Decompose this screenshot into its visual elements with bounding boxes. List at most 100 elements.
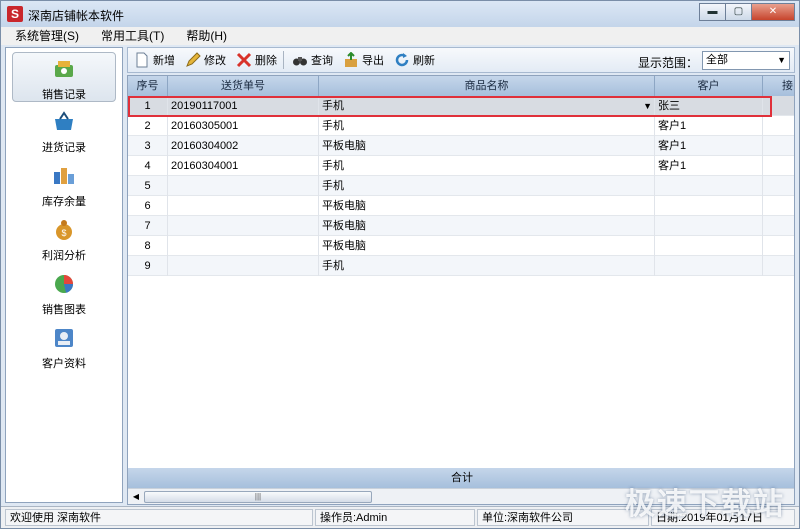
toolbar-separator <box>283 51 284 69</box>
new-button-label: 新增 <box>153 55 175 67</box>
export-button[interactable]: 导出 <box>339 49 388 71</box>
new-button[interactable]: 新增 <box>130 49 179 71</box>
grid-header: 序号 送货单号 商品名称 客户 接 <box>128 76 794 96</box>
sidebar-item-label: 进货记录 <box>42 142 86 154</box>
order-number-cell[interactable] <box>168 256 319 276</box>
column-header[interactable]: 序号 <box>128 76 168 96</box>
table-row[interactable]: 1 20190117001 手机 ▼ 张三 <box>128 96 794 116</box>
sidebar-item-profit[interactable]: $ 利润分析 <box>12 214 116 264</box>
row-index-cell[interactable]: 5 <box>128 176 168 196</box>
order-number-cell[interactable]: 20160305001 <box>168 116 319 136</box>
table-row[interactable]: 8 平板电脑 <box>128 236 794 256</box>
customer-info-icon <box>55 329 73 347</box>
scroll-left-icon[interactable]: ◀ <box>130 491 142 503</box>
table-row[interactable]: 9 手机 <box>128 256 794 276</box>
order-number-cell[interactable] <box>168 216 319 236</box>
customer-cell[interactable] <box>655 236 763 256</box>
product-name-cell[interactable]: 手机 <box>319 176 655 196</box>
sales-record-icon <box>55 61 73 77</box>
product-name-cell[interactable]: 平板电脑 <box>319 236 655 256</box>
edit-button[interactable]: 修改 <box>181 49 230 71</box>
order-number-cell[interactable]: 20190117001 <box>168 96 319 116</box>
chevron-down-icon: ▼ <box>777 55 786 65</box>
query-button[interactable]: 查询 <box>288 49 337 71</box>
sidebar-item-customer[interactable]: 客户资料 <box>12 322 116 372</box>
sidebar-item-inventory[interactable]: 库存余量 <box>12 160 116 210</box>
row-index-cell[interactable]: 3 <box>128 136 168 156</box>
status-operator: 操作员:Admin <box>315 509 475 526</box>
product-name-cell[interactable]: 平板电脑 <box>319 216 655 236</box>
customer-cell[interactable]: 客户1 <box>655 156 763 176</box>
sidebar-item-purchase[interactable]: 进货记录 <box>12 106 116 156</box>
close-button[interactable]: ✕ <box>751 3 795 21</box>
row-index-cell[interactable]: 1 <box>128 96 168 116</box>
display-range-label: 显示范围： <box>637 56 698 70</box>
table-row[interactable]: 4 20160304001 手机 客户1 <box>128 156 794 176</box>
new-document-icon <box>136 52 148 68</box>
row-index-cell[interactable]: 2 <box>128 116 168 136</box>
title-bar: S 深南店铺帐本软件 ▬ ▢ ✕ <box>1 1 799 27</box>
product-name-cell[interactable]: 手机 <box>319 116 655 136</box>
order-number-cell[interactable]: 20160304002 <box>168 136 319 156</box>
refresh-button-label: 刷新 <box>413 55 435 67</box>
toolbar: 新增 修改 删除 查询 导出 刷新 显示范围： 全部 ▼ <box>127 47 795 73</box>
product-name-cell[interactable]: 手机 ▼ <box>319 96 655 116</box>
sidebar-item-label: 库存余量 <box>42 196 86 208</box>
row-index-cell[interactable]: 7 <box>128 216 168 236</box>
customer-cell[interactable] <box>655 256 763 276</box>
table-row[interactable]: 5 手机 <box>128 176 794 196</box>
window-title: 深南店铺帐本软件 <box>28 9 125 23</box>
sidebar-item-sales[interactable]: 销售记录 <box>12 52 116 102</box>
product-name-cell[interactable]: 平板电脑 <box>319 196 655 216</box>
binoculars-icon <box>293 57 307 66</box>
row-index-cell[interactable]: 9 <box>128 256 168 276</box>
table-row[interactable]: 6 平板电脑 <box>128 196 794 216</box>
column-header[interactable]: 客户 <box>655 76 763 96</box>
display-range-value: 全部 <box>706 54 728 66</box>
order-number-cell[interactable] <box>168 176 319 196</box>
menu-help[interactable]: 帮助(H) <box>178 27 235 45</box>
menu-system[interactable]: 系统管理(S) <box>7 27 87 45</box>
purchase-record-icon <box>55 111 73 130</box>
sidebar-item-chart[interactable]: 销售图表 <box>12 268 116 318</box>
delete-button[interactable]: 删除 <box>232 49 281 71</box>
product-name-cell[interactable]: 平板电脑 <box>319 136 655 156</box>
sidebar: 销售记录 进货记录 库存余量 $ 利润分析 销售图表 客户资料 <box>5 47 123 503</box>
row-index-cell[interactable]: 6 <box>128 196 168 216</box>
export-box-icon <box>345 52 357 67</box>
scroll-thumb[interactable]: ||| <box>144 491 372 503</box>
customer-cell[interactable] <box>655 196 763 216</box>
column-header[interactable]: 接 <box>763 76 794 96</box>
chevron-down-icon[interactable]: ▼ <box>643 96 652 116</box>
row-index-cell[interactable]: 4 <box>128 156 168 176</box>
row-index-cell[interactable]: 8 <box>128 236 168 256</box>
delete-button-label: 删除 <box>255 55 277 67</box>
sales-grid: 序号 送货单号 商品名称 客户 接 1 20190117001 手机 ▼ 张三 2 2016… <box>127 75 795 505</box>
customer-cell[interactable] <box>655 216 763 236</box>
column-header[interactable]: 商品名称 <box>319 76 655 96</box>
customer-cell[interactable]: 张三 <box>655 96 763 116</box>
product-name-cell[interactable]: 手机 <box>319 256 655 276</box>
svg-text:$: $ <box>61 228 66 238</box>
customer-cell[interactable]: 客户1 <box>655 116 763 136</box>
product-name-cell[interactable]: 手机 <box>319 156 655 176</box>
minimize-button[interactable]: ▬ <box>699 3 726 21</box>
display-range-select[interactable]: 全部 ▼ <box>702 51 790 70</box>
menu-tools[interactable]: 常用工具(T) <box>93 27 172 45</box>
app-logo-icon: S <box>7 6 23 22</box>
order-number-cell[interactable]: 20160304001 <box>168 156 319 176</box>
query-button-label: 查询 <box>311 55 333 67</box>
order-number-cell[interactable] <box>168 236 319 256</box>
column-header[interactable]: 送货单号 <box>168 76 319 96</box>
customer-cell[interactable]: 客户1 <box>655 136 763 156</box>
table-row[interactable]: 7 平板电脑 <box>128 216 794 236</box>
order-number-cell[interactable] <box>168 196 319 216</box>
customer-cell[interactable] <box>655 176 763 196</box>
refresh-button[interactable]: 刷新 <box>390 49 439 71</box>
product-name-value: 手机 <box>322 100 344 112</box>
table-row[interactable]: 3 20160304002 平板电脑 客户1 <box>128 136 794 156</box>
delete-x-icon <box>236 52 252 68</box>
profit-analysis-icon: $ <box>56 220 72 240</box>
maximize-button[interactable]: ▢ <box>725 3 752 21</box>
table-row[interactable]: 2 20160305001 手机 客户1 <box>128 116 794 136</box>
